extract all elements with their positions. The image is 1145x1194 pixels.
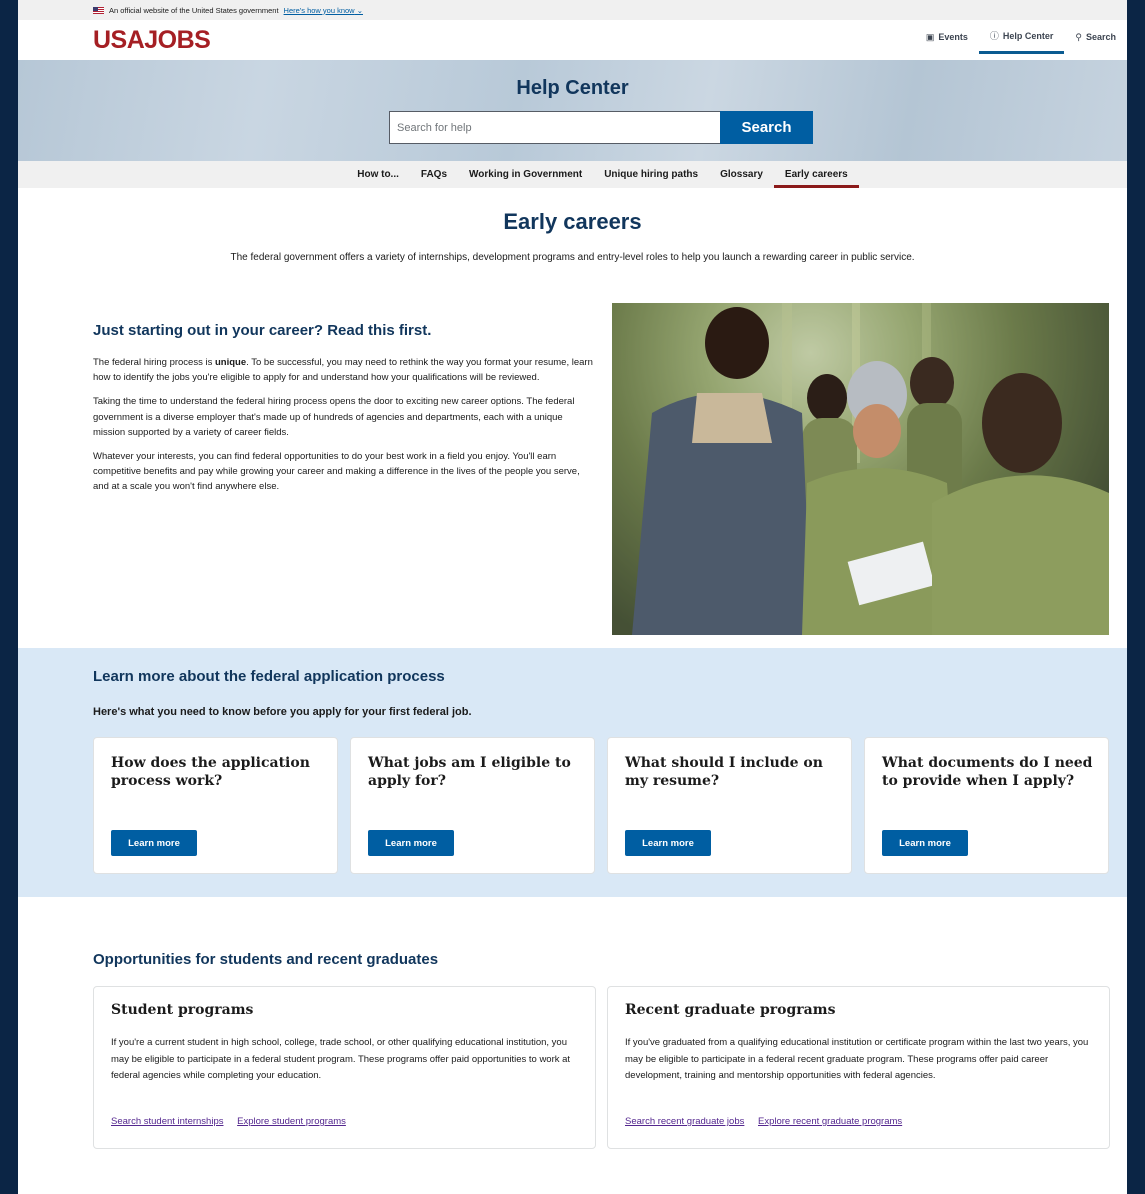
learn-subheading: Here's what you need to know before you … bbox=[93, 706, 472, 718]
students-photo bbox=[612, 303, 1109, 635]
recent-graduate-programs-body: If you've graduated from a qualifying ed… bbox=[625, 1037, 1089, 1082]
learn-card-application-process: How does the application process work? L… bbox=[93, 737, 338, 874]
subnav-early-careers[interactable]: Early careers bbox=[773, 161, 859, 188]
page: An official website of the United States… bbox=[18, 0, 1127, 1194]
explore-recent-graduate-programs-link[interactable]: Explore recent graduate programs bbox=[758, 1116, 902, 1127]
top-nav-search[interactable]: ⚲ Search bbox=[1064, 20, 1127, 54]
student-programs-card: Student programs If you're a current stu… bbox=[93, 986, 596, 1149]
top-nav: ▣ Events ⓘ Help Center ⚲ Search bbox=[915, 20, 1127, 60]
learn-card-resume: What should I include on my resume? Lear… bbox=[607, 737, 852, 874]
explore-student-programs-link[interactable]: Explore student programs bbox=[237, 1116, 346, 1127]
learn-cards: How does the application process work? L… bbox=[93, 737, 1109, 874]
top-nav-events-label: Events bbox=[938, 32, 968, 42]
search-student-internships-link[interactable]: Search student internships bbox=[111, 1116, 223, 1127]
subnav-unique-hiring-paths[interactable]: Unique hiring paths bbox=[593, 161, 709, 188]
learn-more-button[interactable]: Learn more bbox=[882, 830, 968, 856]
top-nav-help-center[interactable]: ⓘ Help Center bbox=[978, 20, 1065, 54]
learn-heading: Learn more about the federal application… bbox=[93, 668, 445, 685]
intro-section: Just starting out in your career? Read t… bbox=[18, 263, 1127, 648]
header: USAJOBS ▣ Events ⓘ Help Center ⚲ Search bbox=[18, 20, 1127, 60]
calendar-icon: ▣ bbox=[925, 31, 935, 42]
learn-card-title: How does the application process work? bbox=[111, 755, 310, 789]
help-icon: ⓘ bbox=[989, 31, 999, 41]
recent-graduate-programs-card: Recent graduate programs If you've gradu… bbox=[607, 986, 1110, 1149]
recent-graduate-programs-title: Recent graduate programs bbox=[625, 1002, 836, 1018]
subnav-working-in-government[interactable]: Working in Government bbox=[458, 161, 593, 188]
subnav-how-to[interactable]: How to... bbox=[346, 161, 410, 188]
intro-heading: Just starting out in your career? Read t… bbox=[93, 322, 432, 339]
search-icon: ⚲ bbox=[1075, 31, 1082, 42]
intro-paragraph-2: Taking the time to understand the federa… bbox=[93, 396, 575, 438]
gov-banner-text: An official website of the United States… bbox=[109, 5, 279, 15]
hero-title: Help Center bbox=[516, 77, 629, 99]
learn-more-button[interactable]: Learn more bbox=[625, 830, 711, 856]
page-title: Early careers bbox=[503, 209, 642, 234]
page-lead: The federal government offers a variety … bbox=[230, 252, 915, 263]
learn-more-button[interactable]: Learn more bbox=[368, 830, 454, 856]
top-nav-events[interactable]: ▣ Events bbox=[915, 20, 979, 54]
learn-card-title: What should I include on my resume? bbox=[625, 755, 823, 789]
learn-card-title: What documents do I need to provide when… bbox=[882, 755, 1093, 789]
gov-banner: An official website of the United States… bbox=[18, 0, 1127, 20]
search-recent-graduate-jobs-link[interactable]: Search recent graduate jobs bbox=[625, 1116, 744, 1127]
learn-card-title: What jobs am I eligible to apply for? bbox=[368, 755, 571, 789]
student-programs-links: Search student internships Explore stude… bbox=[111, 1116, 357, 1127]
opportunities-section: Opportunities for students and recent gr… bbox=[18, 897, 1127, 1189]
help-search-input[interactable] bbox=[389, 111, 720, 144]
learn-card-documents: What documents do I need to provide when… bbox=[864, 737, 1109, 874]
help-center-hero: Help Center Search bbox=[18, 60, 1127, 161]
student-programs-title: Student programs bbox=[111, 1002, 254, 1018]
intro-paragraph-1: The federal hiring process is unique. To… bbox=[93, 357, 593, 384]
student-programs-body: If you're a current student in high scho… bbox=[111, 1037, 571, 1082]
help-search-button[interactable]: Search bbox=[720, 111, 813, 144]
learn-more-section: Learn more about the federal application… bbox=[18, 648, 1127, 897]
usajobs-logo[interactable]: USAJOBS bbox=[93, 26, 211, 55]
top-nav-search-label: Search bbox=[1085, 32, 1116, 42]
gov-banner-link[interactable]: Here's how you know ⌄ bbox=[284, 6, 363, 15]
top-nav-help-center-label: Help Center bbox=[1002, 30, 1054, 41]
us-flag-icon bbox=[93, 6, 104, 14]
help-subnav: How to... FAQs Working in Government Uni… bbox=[18, 161, 1127, 188]
recent-graduate-programs-links: Search recent graduate jobs Explore rece… bbox=[625, 1116, 913, 1127]
learn-card-eligibility: What jobs am I eligible to apply for? Le… bbox=[350, 737, 595, 874]
subnav-faqs[interactable]: FAQs bbox=[410, 161, 458, 188]
intro-paragraph-3: Whatever your interests, you can find fe… bbox=[93, 450, 580, 493]
intro-text: Just starting out in your career? Read t… bbox=[93, 322, 593, 504]
learn-more-button[interactable]: Learn more bbox=[111, 830, 197, 856]
students-photo-illustration bbox=[612, 303, 1109, 635]
subnav-glossary[interactable]: Glossary bbox=[709, 161, 774, 188]
opportunities-heading: Opportunities for students and recent gr… bbox=[93, 951, 439, 968]
help-search: Search bbox=[389, 111, 813, 144]
